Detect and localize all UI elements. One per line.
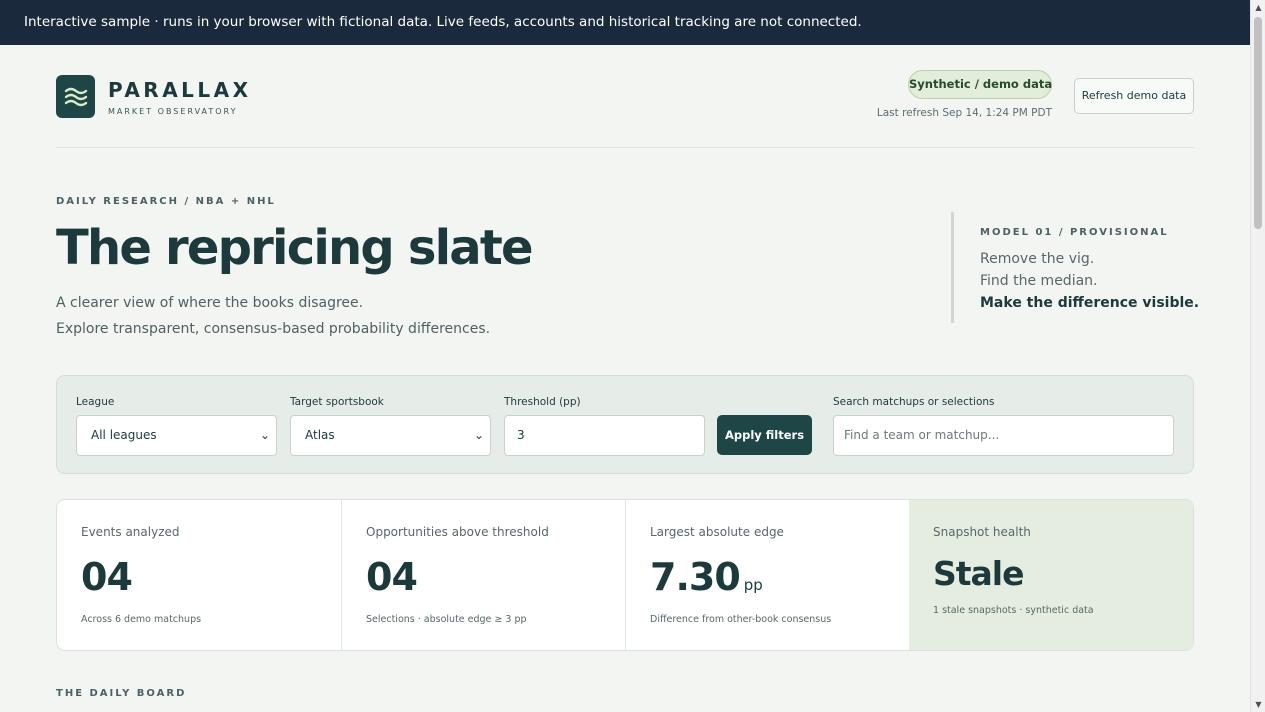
hero-eyebrow: DAILY RESEARCH / NBA + NHL <box>56 196 276 207</box>
last-refresh-timestamp: Last refresh Sep 14, 1:24 PM PDT <box>876 107 1052 119</box>
stat-label: Largest absolute edge <box>650 525 784 539</box>
stat-opportunities: Opportunities above threshold 04 Selecti… <box>341 500 625 650</box>
stat-unit: pp <box>743 576 763 594</box>
league-label: League <box>76 396 115 408</box>
stat-events-analyzed: Events analyzed 04 Across 6 demo matchup… <box>57 500 341 650</box>
stat-note: Across 6 demo matchups <box>81 614 202 625</box>
scroll-down-arrow-icon[interactable]: ▼ <box>1251 697 1265 712</box>
stat-note: Selections · absolute edge ≥ 3 pp <box>366 614 527 625</box>
search-placeholder: Find a team or matchup... <box>844 428 1000 442</box>
league-select-value: All leagues <box>91 428 157 442</box>
main-content: PARALLAX MARKET OBSERVATORY Synthetic / … <box>56 45 1199 699</box>
chevron-down-icon: ⌄ <box>473 428 484 442</box>
demo-banner-text: Interactive sample · runs in your browse… <box>24 14 862 30</box>
stat-value: 04 <box>81 555 133 599</box>
stat-label: Snapshot health <box>933 525 1031 539</box>
sportsbook-label: Target sportsbook <box>290 396 384 408</box>
stat-label: Events analyzed <box>81 525 180 539</box>
brand-name: PARALLAX <box>108 78 252 102</box>
demo-banner: Interactive sample · runs in your browse… <box>0 0 1250 45</box>
model-line-3: Make the difference visible. <box>980 295 1200 311</box>
scroll-thumb[interactable] <box>1254 17 1262 229</box>
hero-subtitle-line-1: A clearer view of where the books disagr… <box>56 295 364 311</box>
stat-largest-edge: Largest absolute edge 7.30 pp Difference … <box>625 500 909 650</box>
sportsbook-select[interactable]: Atlas ⌄ <box>290 415 491 456</box>
hero-subtitle-line-2: Explore transparent, consensus-based pro… <box>56 321 491 337</box>
daily-board-heading: THE DAILY BOARD <box>56 688 187 699</box>
threshold-label: Threshold (pp) <box>504 396 581 408</box>
model-line-2: Find the median. <box>980 273 1098 289</box>
threshold-input[interactable]: 3 <box>504 415 705 456</box>
stat-value: Stale <box>933 554 1025 593</box>
brand-tagline: MARKET OBSERVATORY <box>108 107 238 116</box>
search-input[interactable]: Find a team or matchup... <box>833 415 1174 456</box>
stat-value: 7.30 pp <box>650 555 763 599</box>
stat-snapshot-health: Snapshot health Stale 1 stale snapshots … <box>909 500 1193 650</box>
page-scrollbar[interactable]: ▲ ▼ <box>1250 0 1265 712</box>
model-callout: MODEL 01 / PROVISIONAL Remove the vig. F… <box>951 212 1199 323</box>
summary-stats: Events analyzed 04 Across 6 demo matchup… <box>56 499 1194 651</box>
filter-bar: League All leagues ⌄ Target sportsbook A… <box>56 375 1194 474</box>
search-label: Search matchups or selections <box>833 396 995 408</box>
refresh-demo-data-button[interactable]: Refresh demo data <box>1074 78 1194 114</box>
model-eyebrow: MODEL 01 / PROVISIONAL <box>980 227 1169 238</box>
stat-note: 1 stale snapshots · synthetic data <box>933 605 1094 616</box>
demo-data-badge: Synthetic / demo data <box>908 70 1052 99</box>
stat-note: Difference from other-book consensus <box>650 614 832 625</box>
stat-value: 04 <box>366 555 418 599</box>
chevron-down-icon: ⌄ <box>259 428 270 442</box>
stat-label: Opportunities above threshold <box>366 525 549 539</box>
site-header: PARALLAX MARKET OBSERVATORY Synthetic / … <box>56 45 1194 148</box>
model-line-1: Remove the vig. <box>980 251 1095 267</box>
scroll-up-arrow-icon[interactable]: ▲ <box>1251 0 1265 15</box>
waves-icon <box>64 87 87 106</box>
brand-logo[interactable] <box>56 75 95 118</box>
apply-filters-button[interactable]: Apply filters <box>717 415 812 455</box>
threshold-input-value: 3 <box>517 428 525 442</box>
sportsbook-select-value: Atlas <box>305 428 335 442</box>
page-title: The repricing slate <box>56 220 534 276</box>
league-select[interactable]: All leagues ⌄ <box>76 415 277 456</box>
